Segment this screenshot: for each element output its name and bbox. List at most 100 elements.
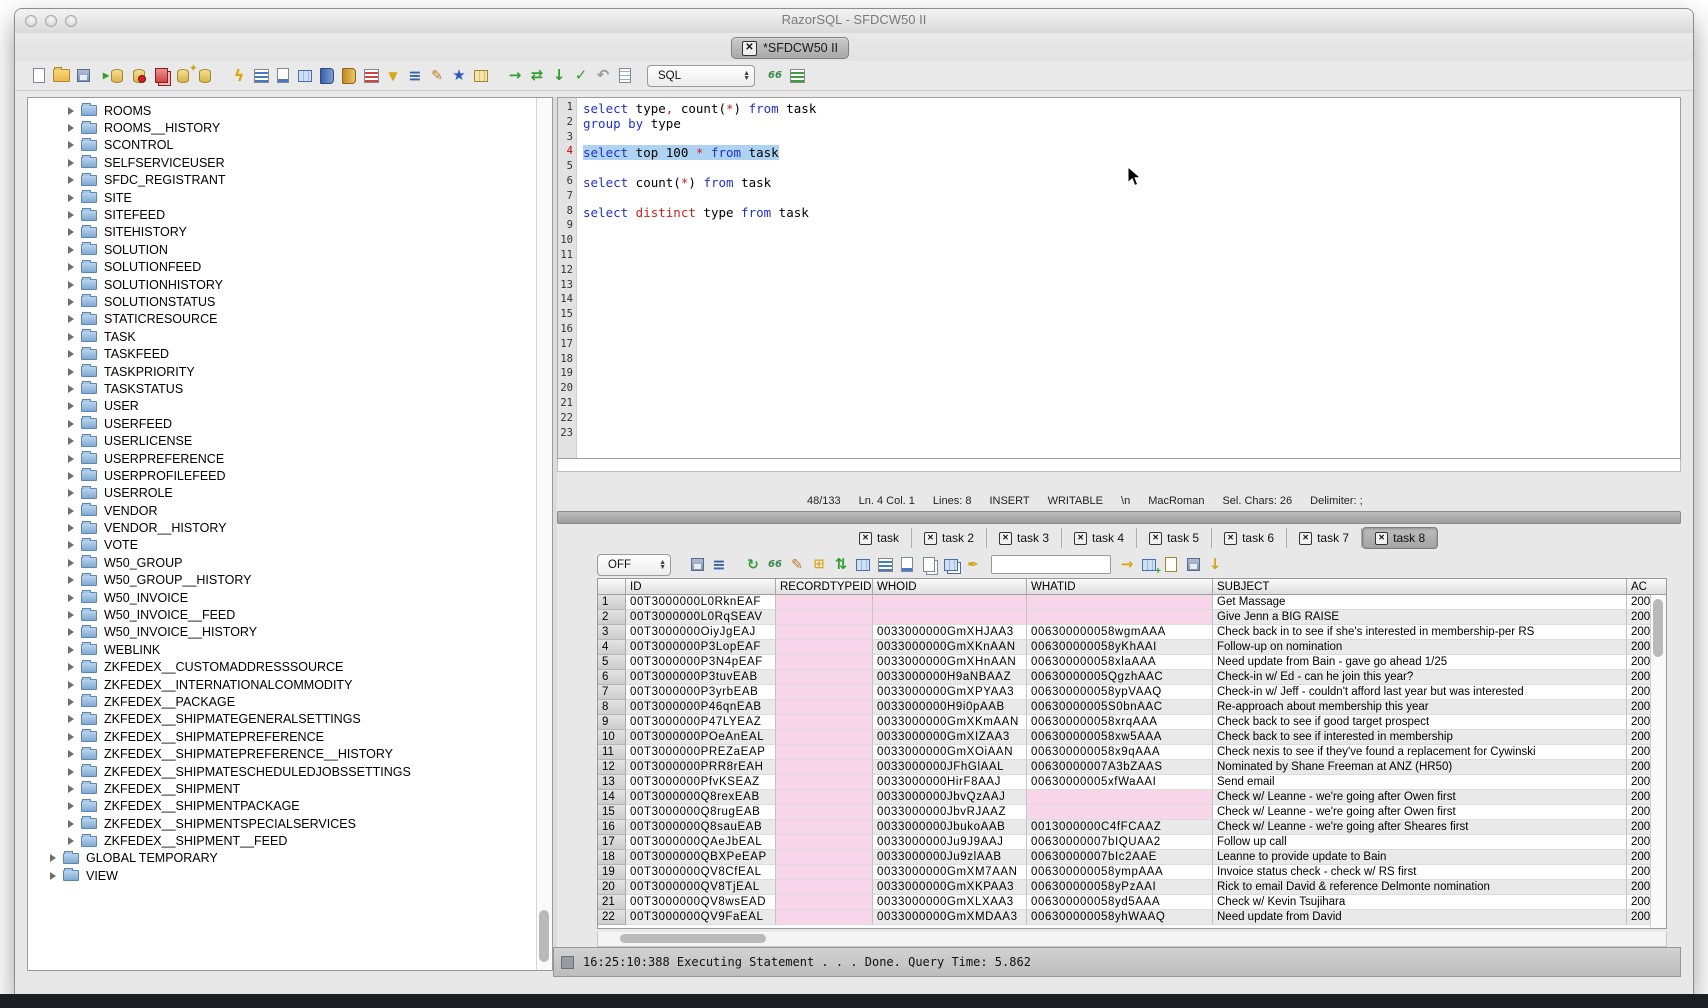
cell[interactable]: 006300000058ypVAAQ — [1027, 685, 1213, 700]
tree-item-rooms[interactable]: ROOMS — [28, 102, 536, 119]
row-number[interactable]: 3 — [598, 625, 626, 640]
search-next-icon[interactable]: → — [1117, 555, 1137, 575]
copy-rows-icon[interactable] — [919, 555, 939, 575]
open-file-icon[interactable] — [51, 66, 71, 86]
tab-close-icon[interactable]: ✕ — [859, 532, 872, 545]
cell[interactable]: 00T3000000L0RqSEAV — [626, 610, 776, 625]
tab-close-icon[interactable]: ✕ — [1149, 532, 1162, 545]
tab-close-icon[interactable]: ✕ — [1074, 532, 1087, 545]
cell[interactable] — [873, 595, 1027, 610]
tree-item-solution[interactable]: SOLUTION — [28, 241, 536, 258]
cell[interactable] — [776, 670, 873, 685]
row-number[interactable]: 1 — [598, 595, 626, 610]
cell[interactable] — [1027, 790, 1213, 805]
row-number[interactable]: 13 — [598, 775, 626, 790]
expand-triangle-icon[interactable] — [68, 541, 74, 549]
sql-history-icon[interactable] — [615, 66, 635, 86]
tree-item-solutionstatus[interactable]: SOLUTIONSTATUS — [28, 293, 536, 310]
cell[interactable]: 0033000000JbvQzAAJ — [873, 790, 1027, 805]
reconnect-icon[interactable]: ⇄ — [527, 66, 547, 86]
cell[interactable]: Check back to see if good target prospec… — [1213, 715, 1627, 730]
execute-sql-icon[interactable]: ϟ — [229, 66, 249, 86]
cell[interactable]: Invoice status check - check w/ RS first — [1213, 865, 1627, 880]
result-tab-task[interactable]: ✕task — [847, 528, 912, 548]
document-tab[interactable]: ✕ *SFDCW50 II — [731, 37, 849, 59]
cell[interactable]: 00T3000000PREZaEAP — [626, 745, 776, 760]
cell[interactable]: Leanne to provide update to Bain — [1213, 850, 1627, 865]
expand-triangle-icon[interactable] — [68, 524, 74, 532]
tree-item-sitehistory[interactable]: SITEHISTORY — [28, 224, 536, 241]
table-row[interactable]: 1100T3000000PREZaEAP0033000000GmXOiAAN00… — [598, 745, 1666, 760]
tree-item-zkfedex-shipmategeneralsettings[interactable]: ZKFEDEX__SHIPMATEGENERALSETTINGS — [28, 711, 536, 728]
cell[interactable]: Check w/ Leanne - we're going after Shea… — [1213, 820, 1627, 835]
expand-triangle-icon[interactable] — [68, 698, 74, 706]
statement-type-select[interactable]: SQL ▲▼ — [647, 65, 755, 87]
tree-scrollbar-thumb[interactable] — [539, 910, 549, 962]
tab-close-icon[interactable]: ✕ — [999, 532, 1012, 545]
results-grid[interactable]: IDRECORDTYPEIDWHOIDWHATIDSUBJECTAC100T30… — [597, 578, 1667, 929]
execute-statement-icon[interactable]: → — [505, 66, 525, 86]
tab-close-icon[interactable]: ✕ — [924, 532, 937, 545]
cell[interactable] — [776, 880, 873, 895]
tree-item-site[interactable]: SITE — [28, 189, 536, 206]
cell[interactable]: 00T3000000L0RknEAF — [626, 595, 776, 610]
cell[interactable] — [1027, 595, 1213, 610]
expand-triangle-icon[interactable] — [68, 176, 74, 184]
cell[interactable] — [776, 895, 873, 910]
row-number[interactable]: 14 — [598, 790, 626, 805]
cell[interactable]: 00630000007bIc2AAE — [1027, 850, 1213, 865]
tree-item-userprofilefeed[interactable]: USERPROFILEFEED — [28, 467, 536, 484]
cell[interactable]: 0033000000H9i0pAAB — [873, 700, 1027, 715]
tree-item-zkfedex-shipmatepreference[interactable]: ZKFEDEX__SHIPMATEPREFERENCE — [28, 728, 536, 745]
grid-horizontal-scrollbar[interactable] — [597, 932, 1667, 947]
table-row[interactable]: 1500T3000000Q8rugEAB0033000000JbvRJAAZCh… — [598, 805, 1666, 820]
cell[interactable]: 00630000005QgzhAAC — [1027, 670, 1213, 685]
cell[interactable] — [776, 745, 873, 760]
expand-triangle-icon[interactable] — [68, 455, 74, 463]
table-row[interactable]: 2000T3000000QV8TjEAL0033000000GmXKPAA300… — [598, 880, 1666, 895]
cell[interactable]: Re-approach about membership this year — [1213, 700, 1627, 715]
cell[interactable]: 0033000000GmXPYAA3 — [873, 685, 1027, 700]
table-row[interactable]: 1400T3000000Q8rexEAB0033000000JbvQzAAJCh… — [598, 790, 1666, 805]
fetch-results-icon[interactable]: ↓ — [549, 66, 569, 86]
cell[interactable]: Check nexis to see if they've found a re… — [1213, 745, 1627, 760]
tree-item-view[interactable]: VIEW — [28, 867, 536, 884]
expand-triangle-icon[interactable] — [68, 559, 74, 567]
row-number[interactable]: 16 — [598, 820, 626, 835]
expand-triangle-icon[interactable] — [68, 194, 74, 202]
commit-icon[interactable]: ✓ — [571, 66, 591, 86]
tree-item-w50-group[interactable]: W50_GROUP — [28, 554, 536, 571]
column-header-whatid[interactable]: WHATID — [1027, 579, 1213, 595]
export-data-icon[interactable] — [273, 66, 293, 86]
expand-triangle-icon[interactable] — [68, 802, 74, 810]
tree-item-zkfedex-internationalcommodity[interactable]: ZKFEDEX__INTERNATIONALCOMMODITY — [28, 676, 536, 693]
copy-with-headers-icon[interactable] — [941, 555, 961, 575]
expand-triangle-icon[interactable] — [68, 368, 74, 376]
cell[interactable]: Need update from David — [1213, 910, 1627, 925]
table-row[interactable]: 100T3000000L0RknEAFGet Massage200 — [598, 595, 1666, 610]
remove-connection-icon[interactable] — [151, 66, 171, 86]
compare-tool-icon[interactable] — [361, 66, 381, 86]
row-number[interactable]: 2 — [598, 610, 626, 625]
row-number[interactable]: 19 — [598, 865, 626, 880]
format-results-icon[interactable]: ≡ — [709, 555, 729, 575]
expand-triangle-icon[interactable] — [68, 211, 74, 219]
tree-item-vendor[interactable]: VENDOR — [28, 502, 536, 519]
table-editor-icon[interactable] — [471, 66, 491, 86]
cell[interactable] — [776, 910, 873, 925]
schema-browser-icon[interactable] — [339, 66, 359, 86]
cell[interactable] — [776, 610, 873, 625]
cell[interactable]: 00T3000000QV8TjEAL — [626, 880, 776, 895]
cell[interactable]: 00630000005xfWaAAI — [1027, 775, 1213, 790]
tree-item-zkfedex-shipment[interactable]: ZKFEDEX__SHIPMENT — [28, 780, 536, 797]
grid-vscrollbar-thumb[interactable] — [1653, 599, 1663, 657]
column-header-ac[interactable]: AC — [1627, 579, 1667, 595]
cell[interactable]: 0033000000GmXM7AAN — [873, 865, 1027, 880]
expand-triangle-icon[interactable] — [68, 159, 74, 167]
table-row[interactable]: 2200T3000000QV9FaEAL0033000000GmXMDAA300… — [598, 910, 1666, 925]
cell[interactable]: 006300000058xrqAAA — [1027, 715, 1213, 730]
expand-triangle-icon[interactable] — [68, 420, 74, 428]
cell[interactable]: 0033000000GmXHJAA3 — [873, 625, 1027, 640]
cell[interactable]: 00T3000000Q8sauEAB — [626, 820, 776, 835]
cell[interactable]: 00630000007A3bZAAS — [1027, 760, 1213, 775]
